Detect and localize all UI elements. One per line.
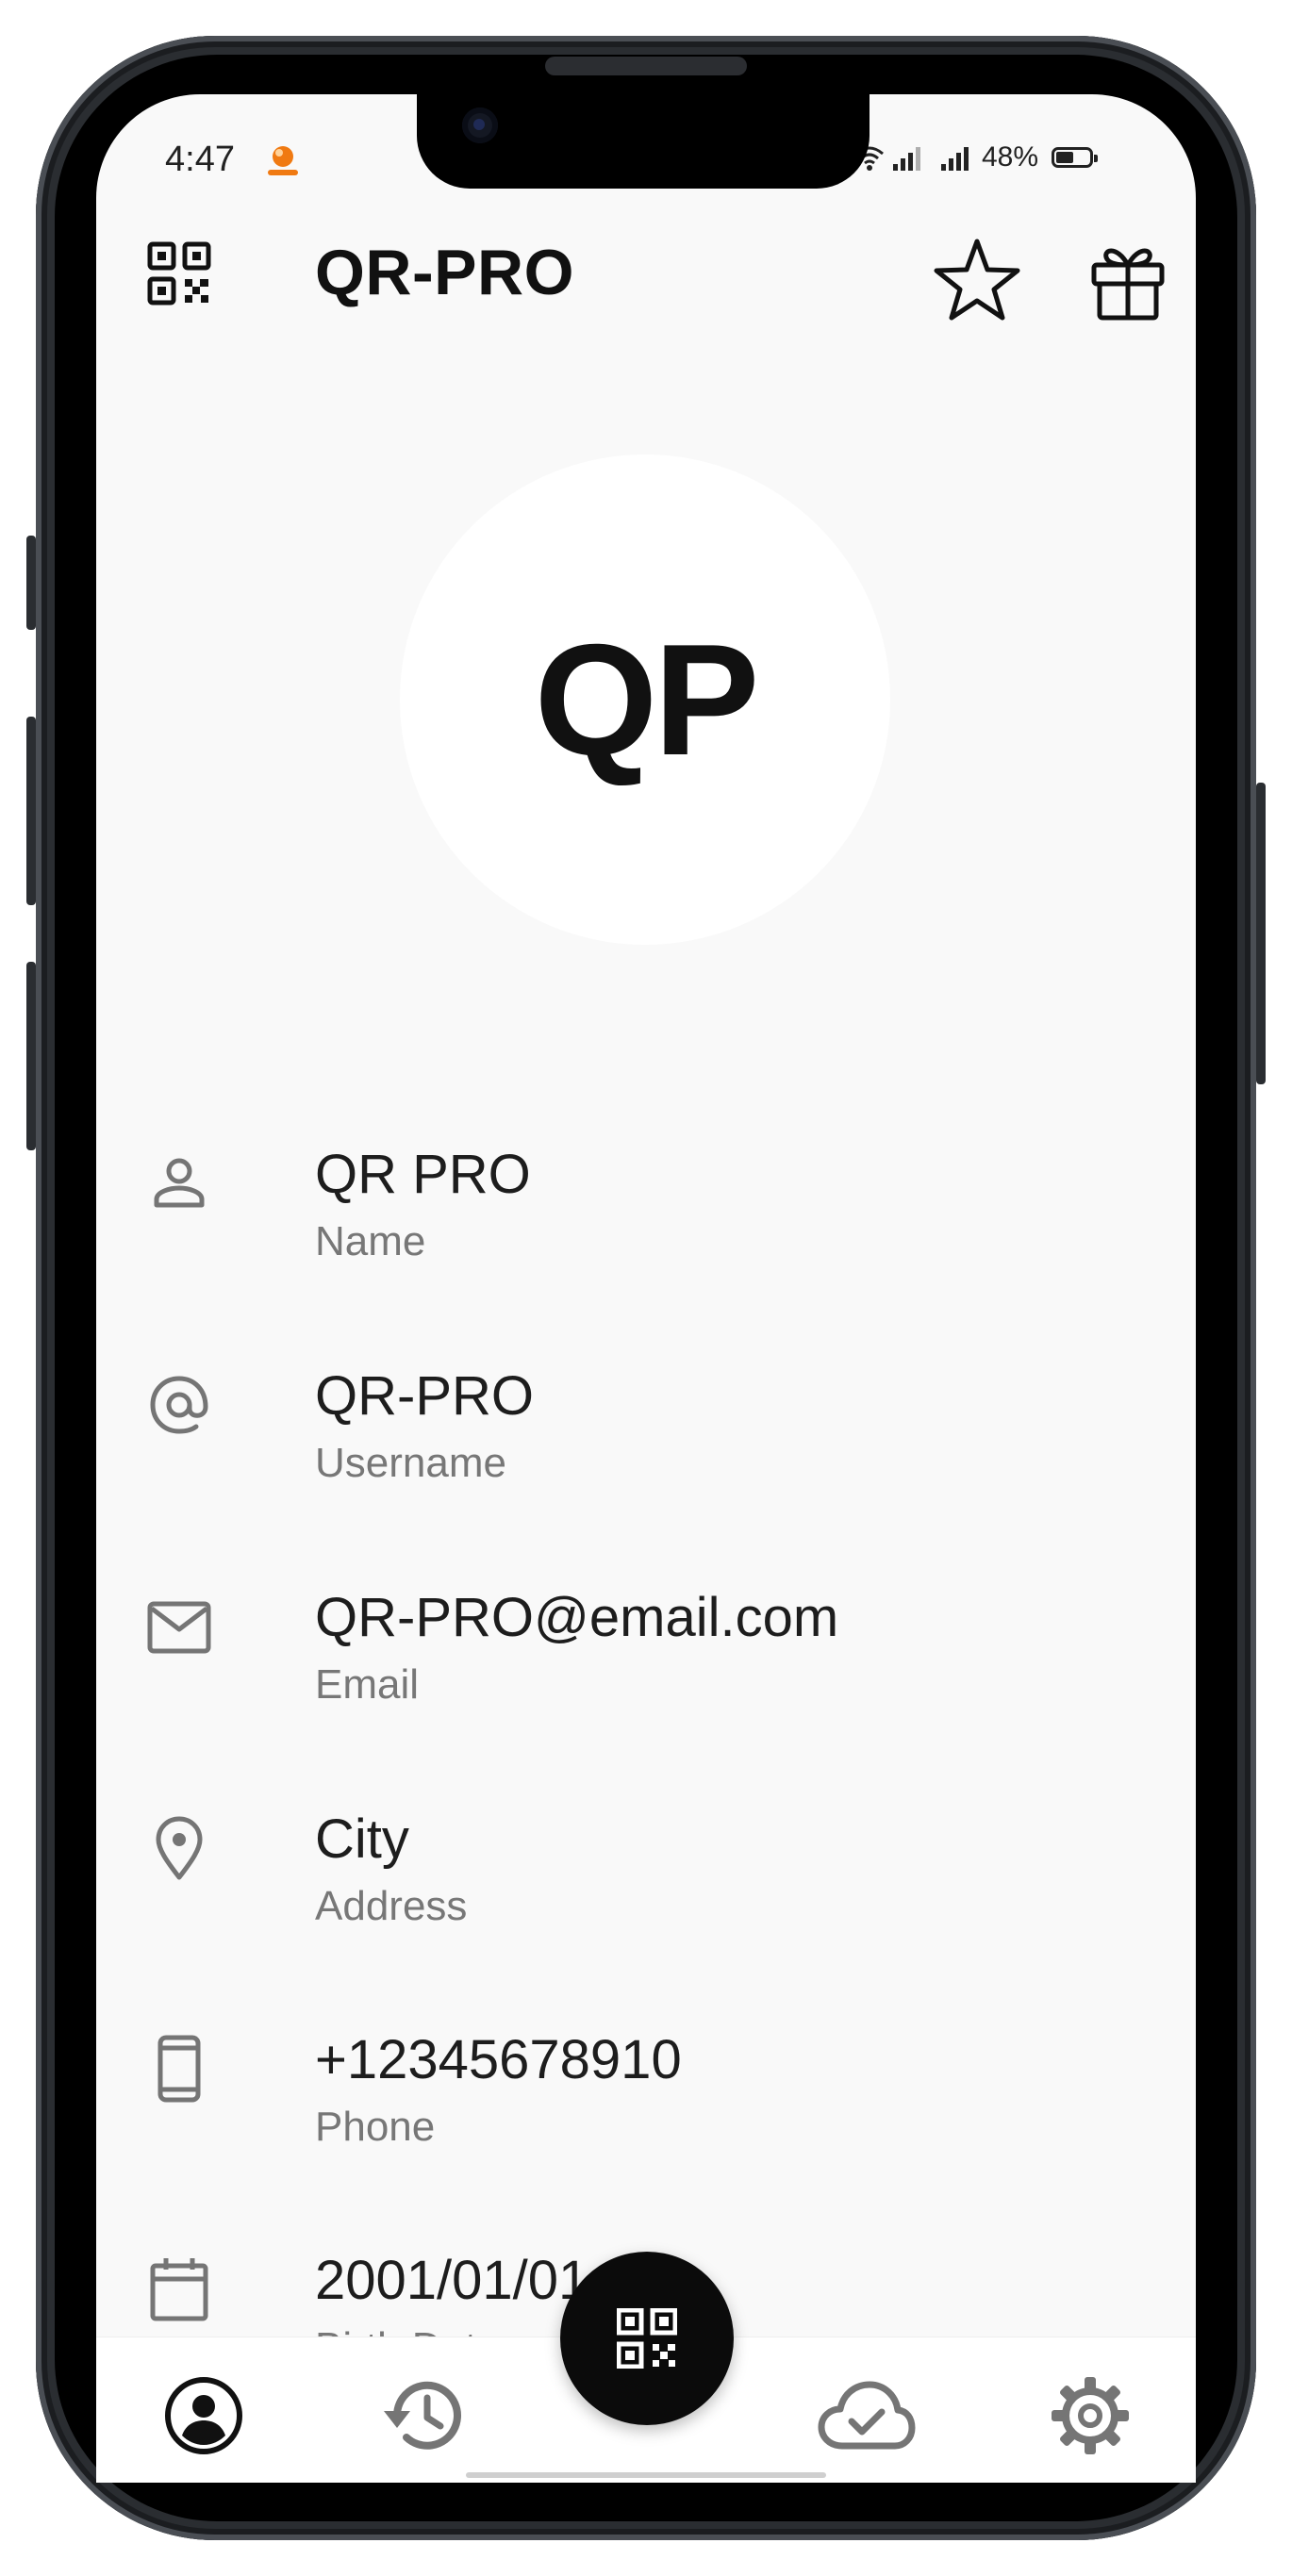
phone-icon <box>145 2035 213 2103</box>
battery-percent: 48% <box>982 141 1039 173</box>
favorites-star-icon[interactable] <box>932 234 1022 324</box>
gift-icon[interactable] <box>1083 234 1173 324</box>
status-time: 4:47 <box>165 140 235 179</box>
field-username-label: Username <box>315 1440 506 1486</box>
field-name-value[interactable]: QR PRO <box>315 1143 531 1206</box>
field-birthdate-value[interactable]: 2001/01/01 <box>315 2249 588 2312</box>
speaker-grille <box>545 57 747 75</box>
status-indicators: 48% <box>853 141 1099 173</box>
notification-icon <box>262 141 304 179</box>
field-address-label: Address <box>315 1883 468 1929</box>
qr-scan-fab[interactable] <box>560 2252 734 2425</box>
mute-switch <box>26 536 36 630</box>
location-pin-icon <box>145 1814 213 1882</box>
app-title: QR-PRO <box>315 237 574 308</box>
cloud-sync-icon <box>818 2381 916 2450</box>
qr-scan-icon <box>617 2308 677 2369</box>
person-icon <box>145 1148 213 1216</box>
field-username-value[interactable]: QR-PRO <box>315 1364 534 1428</box>
qr-code-menu-icon[interactable] <box>143 238 215 309</box>
nav-settings-button[interactable] <box>1047 2372 1134 2459</box>
app-screen <box>96 94 1196 2482</box>
at-sign-icon <box>145 1371 213 1439</box>
field-phone-value[interactable]: +12345678910 <box>315 2028 682 2091</box>
history-icon <box>384 2381 461 2450</box>
field-email-label: Email <box>315 1661 420 1708</box>
nav-history-tab[interactable] <box>381 2372 468 2459</box>
power-button <box>1256 783 1266 1084</box>
mail-icon <box>145 1593 213 1661</box>
nav-profile-tab[interactable] <box>160 2372 247 2459</box>
volume-up-button <box>26 717 36 905</box>
signal-1-icon <box>893 144 920 171</box>
nav-cloud-tab[interactable] <box>815 2372 919 2459</box>
volume-down-button <box>26 962 36 1150</box>
avatar[interactable]: QP <box>400 454 890 945</box>
profile-icon <box>165 2377 242 2454</box>
calendar-icon <box>145 2255 213 2323</box>
field-phone-label: Phone <box>315 2104 436 2150</box>
field-name-label: Name <box>315 1218 426 1264</box>
field-email-value[interactable]: QR-PRO@email.com <box>315 1586 838 1649</box>
signal-2-icon <box>941 144 969 171</box>
home-indicator[interactable] <box>466 2472 826 2478</box>
avatar-initials: QP <box>534 610 760 788</box>
battery-icon <box>1052 147 1099 168</box>
settings-icon <box>1052 2377 1129 2454</box>
field-address-value[interactable]: City <box>315 1808 409 1871</box>
front-camera <box>462 107 498 143</box>
